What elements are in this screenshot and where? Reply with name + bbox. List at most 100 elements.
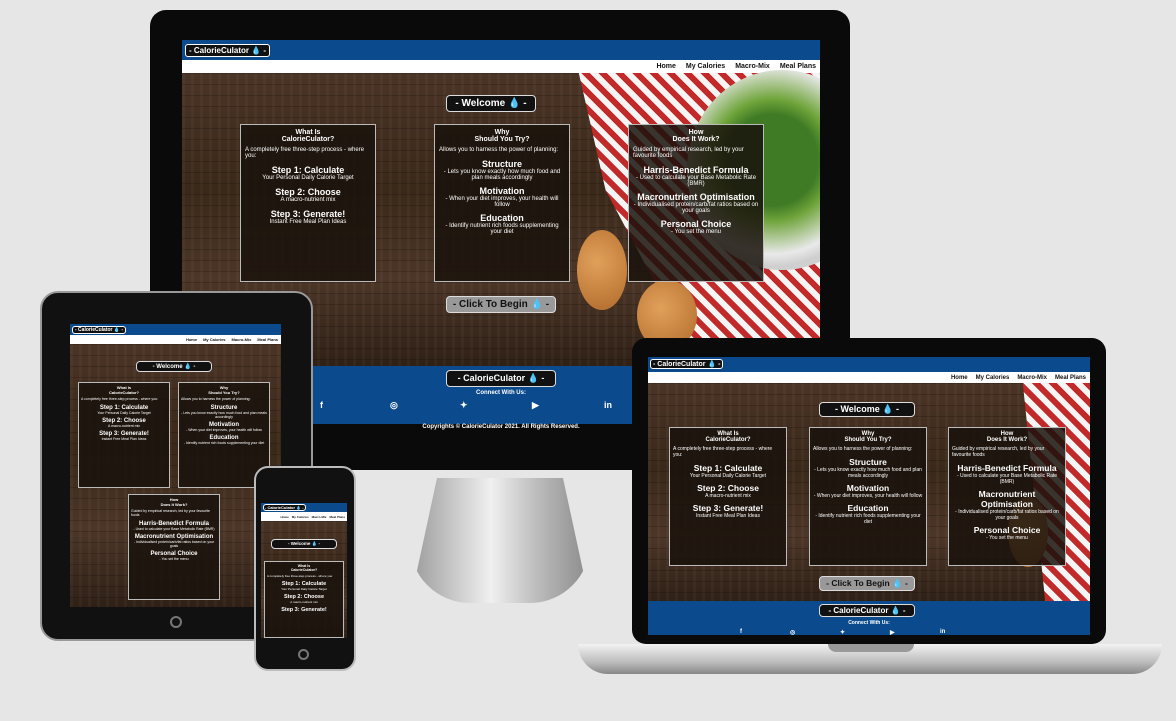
- nav-my-calories[interactable]: My Calories: [203, 337, 225, 342]
- nav-home[interactable]: Home: [280, 515, 288, 519]
- card-item-title: Harris-Benedict Formula: [643, 165, 749, 175]
- site-logo[interactable]: - CalorieCulator 💧 -: [185, 44, 271, 57]
- nav-bar: Home My Calories Macro-Mix Meal Plans: [70, 335, 281, 344]
- instagram-icon[interactable]: ◎: [390, 400, 398, 411]
- card-intro: Allows you to harness the power of plann…: [439, 147, 559, 153]
- card-intro: Allows you to harness the power of plann…: [181, 397, 251, 401]
- card-heading: What Is: [295, 129, 321, 136]
- card-item-desc: Your Personal Daily Calorie Target: [262, 175, 354, 181]
- nav-bar: Home My Calories Macro-Mix Meal Plans: [182, 60, 820, 73]
- click-to-begin-button[interactable]: - Click To Begin 💧 -: [446, 296, 556, 313]
- nav-my-calories[interactable]: My Calories: [292, 515, 309, 519]
- card-item-desc: A macro-nutrient mix: [705, 493, 751, 499]
- nav-meal-plans[interactable]: Meal Plans: [780, 63, 816, 70]
- nav-macro-mix[interactable]: Macro-Mix: [1017, 375, 1047, 381]
- youtube-icon[interactable]: ▶: [532, 400, 539, 411]
- tablet-screen: - CalorieCulator 💧 - Home My Calories Ma…: [70, 324, 281, 607]
- card-what-is: What Is CalorieCulator? A completely fre…: [669, 427, 787, 566]
- nav-meal-plans[interactable]: Meal Plans: [1055, 375, 1086, 381]
- card-heading: How: [688, 129, 704, 136]
- site-logo[interactable]: - CalorieCulator 💧 -: [263, 504, 306, 511]
- card-item-title: Step 1: Calculate: [271, 165, 345, 175]
- card-item-title: Education: [480, 213, 524, 223]
- welcome-badge: - Welcome 💧 -: [136, 361, 212, 372]
- nav-macro-mix[interactable]: Macro-Mix: [735, 63, 770, 70]
- card-heading: Why: [494, 129, 510, 136]
- card-item-title: Structure: [849, 457, 887, 467]
- nav-macro-mix[interactable]: Macro-Mix: [232, 337, 252, 342]
- card-item-title: Structure: [481, 159, 522, 169]
- twitter-icon[interactable]: ✦: [840, 629, 845, 635]
- site-logo[interactable]: - CalorieCulator 💧 -: [72, 326, 127, 334]
- facebook-icon[interactable]: f: [320, 400, 323, 410]
- phone-home-button: [298, 649, 309, 660]
- card-intro: A completely free three-step process - w…: [81, 397, 159, 401]
- facebook-icon[interactable]: f: [740, 629, 742, 635]
- card-item-desc: - Used to calculate your Base Metabolic …: [133, 527, 215, 531]
- card-item-desc: - Used to calculate your Base Metabolic …: [956, 473, 1058, 485]
- nav-home[interactable]: Home: [186, 337, 197, 342]
- card-item-title: Personal Choice: [973, 525, 1041, 535]
- card-item-desc: A macro-nutrient mix: [107, 424, 141, 428]
- card-intro: A completely free three-step process - w…: [673, 446, 773, 458]
- instagram-icon[interactable]: ◎: [790, 629, 795, 635]
- card-item-desc: - When your diet improves, your health w…: [186, 428, 262, 432]
- card-item-title: Harris-Benedict Formula: [957, 463, 1057, 473]
- card-item-desc: A macro-nutrient mix: [290, 600, 318, 604]
- header-bar: [182, 40, 820, 60]
- card-item-desc: - Identify nutrient rich foods supplemen…: [183, 441, 265, 445]
- card-item-title: Personal Choice: [660, 219, 732, 229]
- card-item-title: Step 3: Generate!: [692, 503, 764, 513]
- nav-home[interactable]: Home: [656, 63, 675, 70]
- card-intro: Guided by empirical research, led by you…: [131, 509, 210, 517]
- card-intro: A completely free three-step process - w…: [267, 574, 334, 578]
- card-item-title: Motivation: [846, 483, 890, 493]
- card-heading: Should You Try?: [474, 136, 530, 143]
- welcome-badge: - Welcome 💧 -: [271, 539, 337, 549]
- card-item-desc: A macro-nutrient mix: [280, 197, 336, 203]
- twitter-icon[interactable]: ✦: [460, 400, 468, 411]
- card-item-desc: Instant Free Meal Plan Ideas: [101, 437, 147, 441]
- card-item-title: Step 1: Calculate: [693, 463, 763, 473]
- linkedin-icon[interactable]: in: [604, 400, 612, 410]
- nav-my-calories[interactable]: My Calories: [686, 63, 725, 70]
- nav-meal-plans[interactable]: Meal Plans: [329, 515, 345, 519]
- card-intro: Allows you to harness the power of plann…: [813, 446, 913, 452]
- wooden-spoon-image: [577, 230, 627, 310]
- card-item-desc: Your Personal Daily Calorie Target: [689, 473, 767, 479]
- welcome-badge: - Welcome 💧 -: [819, 402, 915, 417]
- card-item-desc: - When your diet improves, your health w…: [813, 493, 923, 499]
- card-item-title: Macronutrient Optimisation: [978, 489, 1036, 509]
- tablet-home-button: [170, 616, 182, 628]
- footer-logo[interactable]: - CalorieCulator 💧 -: [819, 604, 915, 617]
- card-heading: Should You Try?: [208, 390, 240, 395]
- click-to-begin-button[interactable]: - Click To Begin 💧 -: [819, 576, 915, 591]
- nav-home[interactable]: Home: [951, 375, 968, 381]
- card-item-desc: - Used to calculate your Base Metabolic …: [635, 175, 757, 187]
- card-item-desc: Your Personal Daily Calorie Target: [97, 411, 151, 415]
- card-item-title: Step 2: Choose: [275, 187, 341, 197]
- card-item-desc: - Lets you know exactly how much food an…: [443, 169, 561, 181]
- card-what-is: What Is CalorieCulator? A completely fre…: [78, 382, 170, 488]
- card-item-desc: - Lets you know exactly how much food an…: [181, 411, 267, 419]
- laptop-notch: [828, 644, 914, 652]
- card-heading: CalorieCulator?: [108, 390, 139, 395]
- card-heading: CalorieCulator?: [290, 568, 318, 572]
- laptop-screen: - CalorieCulator 💧 - Home My Calories Ma…: [648, 357, 1090, 635]
- nav-meal-plans[interactable]: Meal Plans: [257, 337, 278, 342]
- nav-macro-mix[interactable]: Macro-Mix: [312, 515, 327, 519]
- card-item-title: Step 3: Generate!: [270, 209, 346, 219]
- site-logo[interactable]: - CalorieCulator 💧 -: [650, 359, 724, 369]
- card-heading: Does It Work?: [160, 502, 188, 507]
- card-item-desc: - Lets you know exactly how much food an…: [814, 467, 922, 479]
- card-item-desc: - You set the menu: [986, 535, 1028, 541]
- youtube-icon[interactable]: ▶: [890, 629, 895, 635]
- card-item-title: Motivation: [479, 186, 525, 196]
- card-heading: Does It Work?: [986, 437, 1028, 443]
- nav-my-calories[interactable]: My Calories: [976, 375, 1010, 381]
- footer-logo[interactable]: - CalorieCulator 💧 -: [446, 370, 556, 387]
- card-intro: Guided by empirical research, led by you…: [952, 446, 1045, 458]
- card-item-desc: - Individualised protein/carb/fat ratios…: [955, 509, 1059, 521]
- linkedin-icon[interactable]: in: [940, 629, 945, 635]
- card-item-desc: - Identify nutrient rich foods supplemen…: [815, 513, 921, 525]
